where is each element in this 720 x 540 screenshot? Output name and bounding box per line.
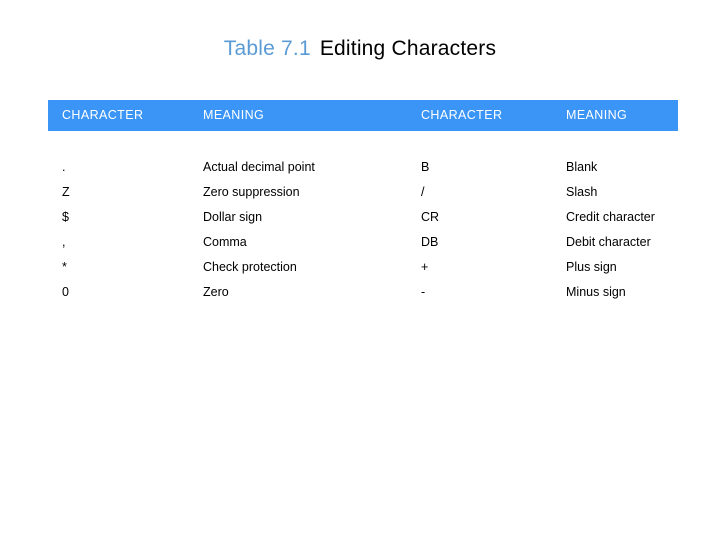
cell-meaning-left: Zero (203, 285, 229, 299)
cell-character-right: + (421, 260, 429, 274)
cell-character-right: CR (421, 210, 440, 224)
cell-meaning-right: Plus sign (566, 260, 617, 274)
column-header-character-left: CHARACTER (62, 108, 144, 122)
cell-meaning-right: Minus sign (566, 285, 626, 299)
page-title-accent: Table 7.1 (223, 37, 311, 60)
cell-character-left: * (62, 260, 67, 274)
slide-canvas: Table 7.1 Editing Characters CHARACTER ME… (0, 0, 720, 540)
page-title-main: Editing Characters (319, 37, 497, 60)
cell-character-left: $ (62, 210, 69, 224)
editing-characters-table: CHARACTER MEANING CHARACTER MEANING . Ac… (48, 100, 678, 305)
cell-character-right: B (421, 160, 430, 174)
cell-meaning-left: Zero suppression (203, 185, 300, 199)
cell-meaning-left: Check protection (203, 260, 297, 274)
cell-meaning-left: Actual decimal point (203, 160, 315, 174)
column-header-meaning-right: MEANING (566, 108, 628, 122)
cell-character-right: / (421, 185, 425, 199)
cell-meaning-left: Dollar sign (203, 210, 263, 224)
table-body: . Actual decimal point B Blank Z Zero su… (48, 131, 678, 305)
cell-character-left: 0 (62, 285, 69, 299)
cell-meaning-left: Comma (203, 235, 247, 249)
table-row: * Check protection + Plus sign (48, 255, 678, 280)
page-title: Table 7.1 Editing Characters (0, 36, 720, 62)
cell-meaning-right: Credit character (566, 210, 655, 224)
cell-character-right: - (421, 285, 426, 299)
cell-meaning-right: Slash (566, 185, 598, 199)
table-header-row: CHARACTER MEANING CHARACTER MEANING (48, 100, 678, 131)
table-row: . Actual decimal point B Blank (48, 155, 678, 180)
table-row: , Comma DB Debit character (48, 230, 678, 255)
cell-character-left: Z (62, 185, 70, 199)
column-header-meaning-left: MEANING (203, 108, 265, 122)
table-row: $ Dollar sign CR Credit character (48, 205, 678, 230)
table-row: 0 Zero - Minus sign (48, 280, 678, 305)
cell-meaning-right: Blank (566, 160, 598, 174)
cell-character-left: . (62, 160, 66, 174)
cell-meaning-right: Debit character (566, 235, 651, 249)
table-row: Z Zero suppression / Slash (48, 180, 678, 205)
cell-character-left: , (62, 235, 66, 249)
cell-character-right: DB (421, 235, 439, 249)
column-header-character-right: CHARACTER (421, 108, 503, 122)
